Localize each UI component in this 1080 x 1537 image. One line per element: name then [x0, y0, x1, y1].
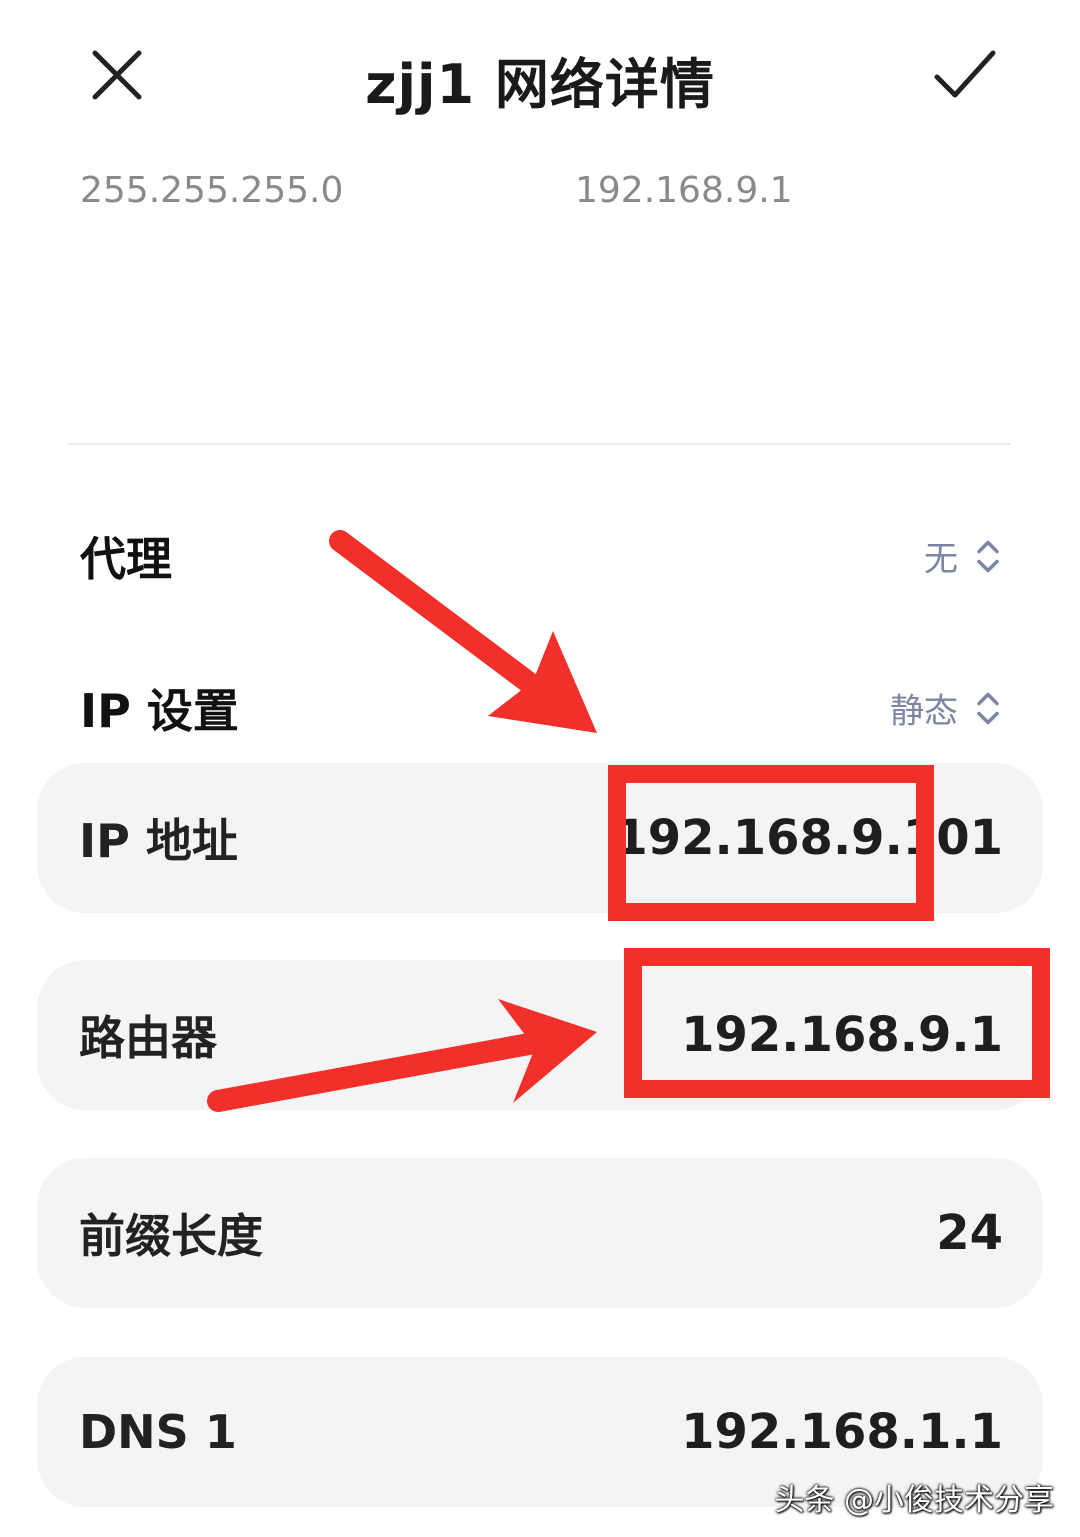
ip-settings-label: IP 设置: [80, 684, 239, 738]
dns1-value[interactable]: 192.168.1.1: [681, 1404, 1003, 1460]
proxy-value: 无: [924, 539, 958, 580]
updown-chevron-icon: [976, 539, 1000, 573]
ip-settings-selector[interactable]: 静态: [890, 684, 1000, 733]
proxy-label: 代理: [80, 532, 172, 586]
ip-address-label: IP 地址: [79, 814, 238, 868]
gateway-value: 192.168.9.1: [575, 170, 793, 211]
subnet-mask-value: 255.255.255.0: [80, 170, 344, 211]
confirm-button[interactable]: [920, 30, 1010, 120]
watermark: 头条 @小俊技术分享: [774, 1483, 1054, 1518]
prefix-length-label: 前缀长度: [79, 1209, 263, 1263]
close-button[interactable]: [72, 30, 162, 120]
close-icon: [92, 50, 142, 100]
divider: [68, 443, 1010, 445]
check-icon: [934, 50, 996, 98]
ip-settings-row[interactable]: IP 设置 静态: [80, 668, 1000, 748]
proxy-selector[interactable]: 无: [924, 532, 1000, 581]
proxy-row[interactable]: 代理 无: [80, 516, 1000, 596]
router-label: 路由器: [79, 1011, 217, 1065]
prefix-length-value[interactable]: 24: [936, 1205, 1003, 1261]
updown-chevron-icon: [976, 691, 1000, 725]
page-title: zjj1 网络详情: [365, 53, 715, 116]
ip-settings-value: 静态: [890, 691, 958, 732]
annotation-box-router: [624, 948, 1050, 1098]
annotation-box-ip: [608, 765, 934, 921]
prefix-length-field[interactable]: 前缀长度 24: [37, 1158, 1043, 1308]
dns1-label: DNS 1: [79, 1405, 237, 1459]
header-bar: zjj1 网络详情: [0, 0, 1080, 150]
